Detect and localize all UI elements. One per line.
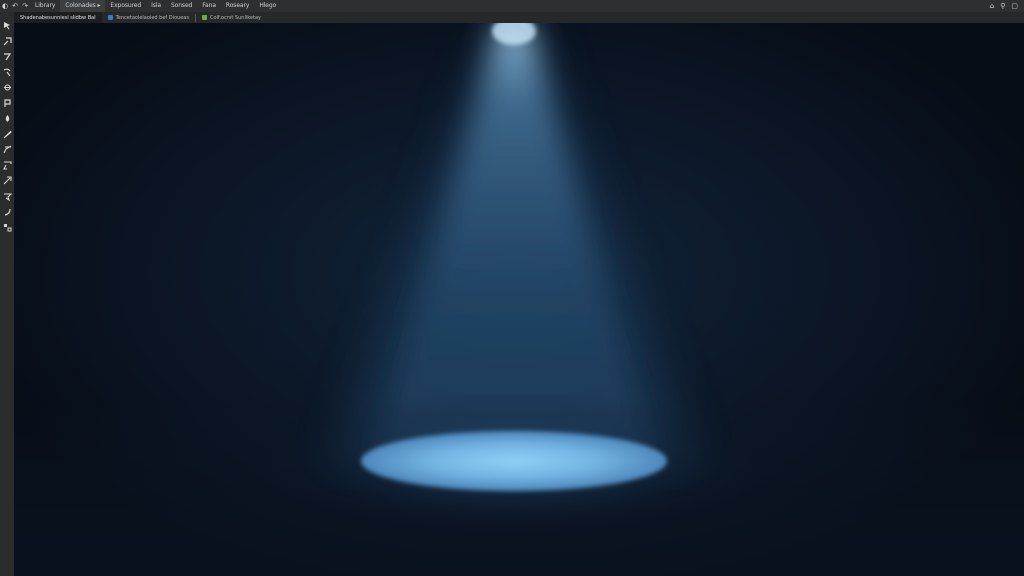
clone-stamp-icon[interactable] bbox=[1, 127, 13, 143]
tab-label: Shadenabesunniesl slidbw Bal bbox=[20, 14, 96, 21]
menu-roseary[interactable]: Roseary bbox=[221, 0, 254, 12]
menu-bar: ◐ ↶ ↷ Library Colonades ▸ Exposured Isla… bbox=[0, 0, 1024, 12]
document-canvas[interactable] bbox=[14, 23, 1024, 576]
tab-label: Colf.ocrst Sunliketay bbox=[209, 14, 261, 21]
redo-icon[interactable]: ↷ bbox=[20, 0, 30, 12]
type-tool-icon[interactable] bbox=[1, 158, 13, 174]
tools-panel bbox=[0, 12, 14, 576]
window-icon[interactable]: ▢ bbox=[1011, 0, 1018, 12]
app-logo-icon[interactable]: ◐ bbox=[0, 0, 10, 12]
menu-library[interactable]: Library bbox=[30, 0, 60, 12]
leaf-icon bbox=[201, 15, 207, 20]
document-icon bbox=[107, 15, 113, 20]
menu-sonsed[interactable]: Sonsed bbox=[166, 0, 197, 12]
eyedropper-icon[interactable] bbox=[1, 96, 13, 112]
shape-tool-icon[interactable] bbox=[1, 189, 13, 205]
undo-icon[interactable]: ↶ bbox=[10, 0, 20, 12]
lasso-tool-icon[interactable] bbox=[1, 49, 13, 65]
spotlight-artwork bbox=[14, 23, 1024, 576]
window-controls: ⌂ ⚲ ▢ bbox=[990, 0, 1024, 12]
crop-tool-icon[interactable] bbox=[1, 80, 13, 96]
zoom-tool-icon[interactable] bbox=[1, 220, 13, 236]
tab-document-3[interactable]: Colf.ocrst Sunliketay bbox=[196, 12, 267, 23]
menu-colonades[interactable]: Colonades ▸ bbox=[60, 0, 106, 12]
menu-fana[interactable]: Fana bbox=[197, 0, 221, 12]
home-icon[interactable]: ⌂ bbox=[990, 0, 994, 12]
path-select-icon[interactable] bbox=[1, 173, 13, 189]
hand-tool-icon[interactable] bbox=[1, 204, 13, 220]
menu-isla[interactable]: Isla bbox=[146, 0, 166, 12]
search-icon[interactable]: ⚲ bbox=[1000, 0, 1005, 12]
move-tool-icon[interactable] bbox=[1, 18, 13, 34]
spotlight-pool bbox=[361, 431, 667, 491]
menu-exposured[interactable]: Exposured bbox=[105, 0, 146, 12]
tab-document-2[interactable]: Tencetaolelaoied bef Dioueas bbox=[102, 12, 195, 23]
marquee-tool-icon[interactable] bbox=[1, 34, 13, 50]
image-editor-window: ◐ ↶ ↷ Library Colonades ▸ Exposured Isla… bbox=[0, 0, 1024, 576]
brush-tool-icon[interactable] bbox=[1, 111, 13, 127]
document-tab-bar: Shadenabesunniesl slidbw Bal Tencetaolel… bbox=[14, 12, 1024, 23]
magic-wand-icon[interactable] bbox=[1, 65, 13, 81]
pen-tool-icon[interactable] bbox=[1, 142, 13, 158]
tab-document-1[interactable]: Shadenabesunniesl slidbw Bal bbox=[14, 12, 102, 23]
tab-label: Tencetaolelaoied bef Dioueas bbox=[115, 14, 189, 21]
menu-hlego[interactable]: Hlego bbox=[254, 0, 281, 12]
